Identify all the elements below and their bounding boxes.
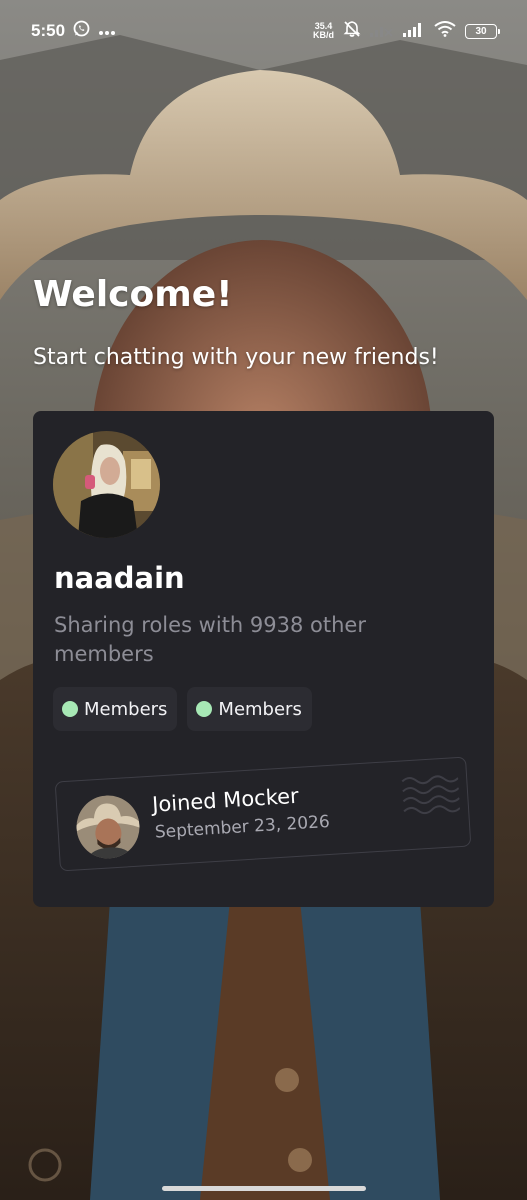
status-left: 5:50 [31, 20, 116, 42]
screen: 5:50 35.4 KB/d 30 Welcome! Start chattin… [0, 0, 527, 1200]
mute-icon [343, 20, 361, 42]
home-indicator[interactable] [162, 1186, 366, 1191]
role-label: Members [84, 698, 168, 720]
signal-strength-icon [403, 22, 425, 41]
joined-title: Joined Mocker [151, 783, 300, 817]
joined-ticket-frame: Joined Mocker September 23, 2026 [54, 756, 472, 872]
username: naadain [54, 561, 185, 595]
role-pill[interactable]: Members [187, 687, 312, 731]
joined-ticket: Joined Mocker September 23, 2026 [53, 756, 473, 873]
role-label: Members [218, 698, 302, 720]
signal-icon [370, 22, 394, 41]
postmark-wave-icon [401, 775, 461, 815]
status-right: 35.4 KB/d 30 [313, 20, 500, 42]
network-speed-unit: KB/d [313, 30, 334, 40]
role-color-dot [62, 701, 78, 717]
more-dots-icon [98, 21, 116, 41]
status-bar: 5:50 35.4 KB/d 30 [0, 0, 527, 62]
status-time: 5:50 [31, 21, 66, 40]
joined-date: September 23, 2026 [154, 811, 331, 843]
welcome-title: Welcome! [33, 274, 233, 315]
role-color-dot [196, 701, 213, 717]
battery-icon: 30 [465, 23, 500, 39]
joined-avatar [74, 793, 142, 861]
avatar[interactable] [53, 431, 160, 538]
sharing-roles-text: Sharing roles with 9938 other members [54, 613, 366, 666]
profile-card[interactable]: naadain Sharing roles with 9938 other me… [33, 411, 494, 907]
network-speed: 35.4 KB/d [313, 22, 334, 40]
welcome-subtitle: Start chatting with your new friends! [33, 345, 439, 370]
battery-level: 30 [475, 25, 487, 37]
role-pill[interactable]: Members [53, 687, 178, 731]
whatsapp-icon [73, 20, 90, 42]
roles-list: Members Members [53, 687, 312, 731]
wifi-icon [434, 21, 456, 41]
